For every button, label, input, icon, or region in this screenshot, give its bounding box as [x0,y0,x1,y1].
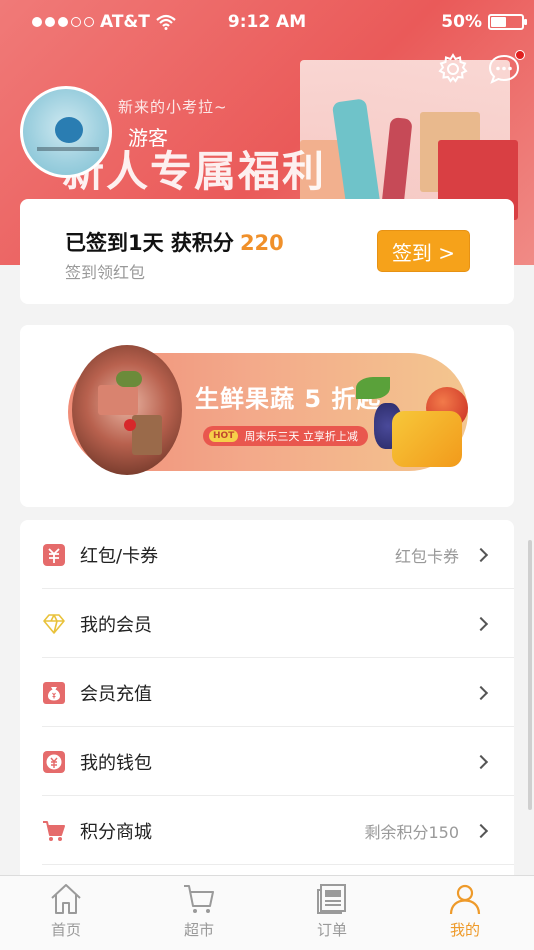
tab-supermarket[interactable]: 超市 [159,882,239,948]
tab-bar: 首页 超市 订单 我的 [0,875,534,950]
battery-icon [488,14,527,30]
red-envelope-icon [43,543,65,566]
tab-label: 我的 [449,921,480,939]
username[interactable]: 游客 [128,122,168,151]
menu-item-membership[interactable]: 我的会员 [20,589,514,658]
menu-item-wallet[interactable]: 我的钱包 [20,727,514,796]
promo-tag: HOT 周末乐三天 立享折上减 [203,426,368,446]
banner-subtitle: 新来的小考拉~ [118,98,228,116]
promo-tag-text: 周末乐三天 立享折上减 [244,430,358,443]
chevron-right-icon [473,754,489,769]
menu-item-label: 我的会员 [80,614,152,636]
checkin-status: 已签到1天 获积分 220 [65,227,284,257]
menu-list: 红包/卡券 红包卡券 我的会员 会员充值 我的钱包 积分商城 剩余积分150 [20,520,514,880]
tab-label: 订单 [316,921,347,939]
diamond-icon [43,613,65,634]
avatar-caption [37,147,99,151]
settings-button[interactable] [436,52,472,88]
money-bag-icon [43,681,65,704]
tab-label: 超市 [183,921,214,939]
tab-label: 首页 [50,921,81,939]
fruit-leaf [356,377,390,399]
avatar[interactable] [20,86,112,178]
tab-mine[interactable]: 我的 [425,882,505,948]
chevron-right-icon [473,547,489,562]
gear-icon [438,53,468,83]
menu-item-label: 红包/卡券 [80,545,159,567]
platter-bread [132,415,162,455]
hot-badge: HOT [209,430,239,442]
fruit-mango [392,411,462,467]
scrollbar[interactable] [528,540,532,810]
menu-item-label: 我的钱包 [80,752,152,774]
platter-greens [116,371,142,387]
promo-card[interactable]: 生鲜果蔬 5 折起 HOT 周末乐三天 立享折上减 [20,325,514,507]
avatar-koala-icon [55,117,83,143]
checkin-points: 220 [239,231,284,255]
chevron-right-icon [473,823,489,838]
chevron-right-icon [473,616,489,631]
cart-icon [184,885,214,913]
menu-item-points-mall[interactable]: 积分商城 剩余积分150 [20,796,514,865]
platter-tomato [124,419,136,431]
messages-button[interactable] [487,50,525,88]
menu-item-label: 积分商城 [80,821,152,843]
chevron-right-icon [473,685,489,700]
battery-indicator: 50% [441,12,527,32]
menu-item-label: 会员充值 [80,683,152,705]
cart-icon [43,820,65,841]
menu-item-value: 剩余积分150 [364,822,459,842]
checkin-card: 已签到1天 获积分 220 签到领红包 签到 > [20,199,514,304]
wallet-icon [43,750,65,773]
home-icon [51,884,81,914]
promo-title: 生鲜果蔬 5 折起 [195,385,382,413]
status-bar: AT&T 9:12 AM 50% [0,0,534,44]
battery-percent: 50% [441,12,482,32]
menu-item-coupons[interactable]: 红包/卡券 红包卡券 [20,520,514,589]
menu-item-value: 红包卡券 [394,546,459,566]
tab-home[interactable]: 首页 [26,882,106,948]
platter-meat-slice [98,385,138,415]
order-list-icon [317,884,346,914]
tab-orders[interactable]: 订单 [292,882,372,948]
checkin-title: 已签到1天 获积分 [65,231,234,255]
checkin-button[interactable]: 签到 > [377,230,470,272]
menu-item-recharge[interactable]: 会员充值 [20,658,514,727]
checkin-subtitle: 签到领红包 [65,263,146,282]
unread-dot [515,50,525,60]
person-icon [449,884,481,915]
